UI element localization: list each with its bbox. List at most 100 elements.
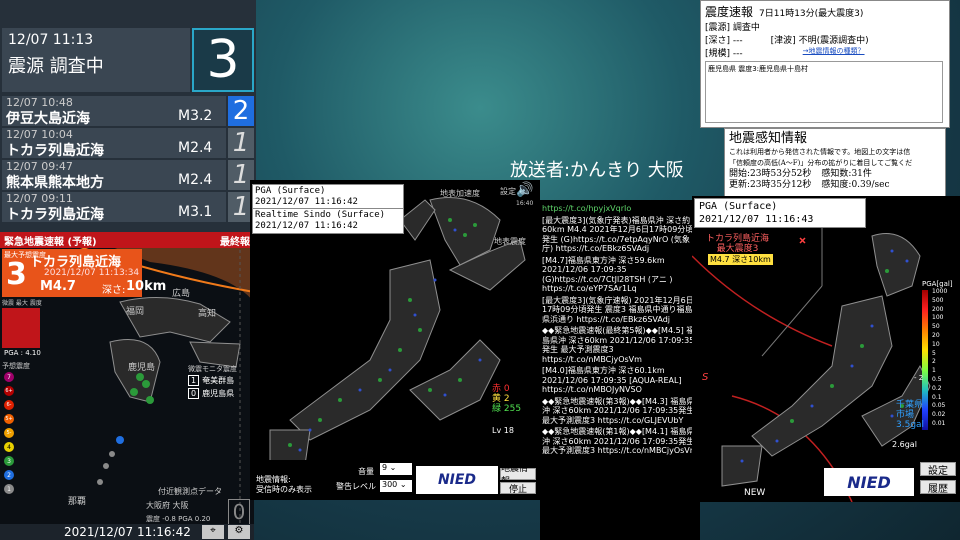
lv-label: Lv 18 [492,426,514,435]
nied-logo: NIED [416,466,498,494]
tweet-item[interactable]: ◆◆緊急地震速報(第3報)◆◆[M4.3] 福島県沖 深さ60km 2021/1… [542,397,698,426]
sokuho-line-2-label: [深さ] [705,36,731,46]
sokuho-tsunami-value: 不明(震源調査中) [798,36,869,46]
eew-legend-title: 微震 最大 震度 [2,300,42,307]
sokuho-line-3-label: [規模] [705,49,731,59]
current-intensity-badge: 3 [192,28,254,92]
info-value: 受信時のみ表示 [256,485,312,494]
pga-tick: 1000 [932,288,948,295]
gear-icon[interactable]: ⚙ [228,525,250,539]
tweet-item[interactable]: [M4.0]福島県東方沖 深さ60.1km 2021/12/06 17:09:3… [542,366,698,395]
history-place: トカラ列島近海 [6,207,104,223]
tweet-item[interactable]: ◆◆緊急地震速報(第1報)◆◆[M4.1] 福島県沖 深さ60km 2021/1… [542,427,698,456]
sokuho-area: 鹿児島県 震度3:鹿児島県十島村 [708,65,809,73]
history-mag: M3.1 [178,204,213,220]
history-row-2[interactable]: 12/07 10:04 トカラ列島近海 M2.4 1 [0,128,256,160]
scale-4: 4 [4,442,14,452]
volume-select[interactable]: 9 ⌄ [380,463,412,475]
alert-select[interactable]: 300 ⌄ [380,480,412,492]
right-pga-label-box: PGA (Surface) 2021/12/07 11:16:43 [694,198,866,228]
pga-tick: 100 [932,314,944,322]
pga-tick: 0.01 [932,419,946,427]
kanchi-count: 31件 [851,169,872,179]
kanchi-rate-label: 感知度: [821,180,852,190]
kanchi-desc-2: 「信頼度の高低(A～F)」分布の拡がりに着目してご覧くだ [729,159,913,167]
sokuho-link[interactable]: →地震情報の種類？ [803,46,865,59]
current-quake-place: 震源 調査中 [8,56,104,77]
setting-button[interactable]: 設定 [920,462,956,477]
scale-3: 3 [4,456,14,466]
history-row-1[interactable]: 12/07 10:48 伊豆大島近海 M3.2 2 [0,96,256,128]
volume-label: 音量 [358,467,374,476]
sokuho-line-2: [深さ] --- [津波] 不明(震源調査中) [705,33,945,46]
epicenter-max: 最大震度3 [716,244,759,254]
eew-header-title: 緊急地震速報 (予報) [4,236,97,248]
pga-scale-title: PGA[gal] [922,280,953,288]
tweet-item[interactable]: [最大震度3](気象庁発表)福島県沖 深さ約60km M4.4 2021年12月… [542,216,698,254]
pga-label: PGA (Surface) [255,186,326,196]
eew-red-block [2,308,40,348]
nearby-place: 大阪府 大阪 [146,501,189,510]
current-quake[interactable]: 12/07 11:13 震源 調査中 3 [0,28,256,92]
stop-button[interactable]: 停止 [500,482,536,495]
city-kagoshima: 鹿児島 [128,363,156,373]
counts: 赤 0 黄 2 緑 255 [492,384,521,414]
history-place: トカラ列島近海 [6,143,104,159]
monitor-title: 微震モニタ震度 [188,365,237,373]
pga-tick: 2 [932,358,936,366]
speaker-icon[interactable]: 🔊 [516,182,533,198]
scale-2: 2 [4,470,14,480]
eew-mag: M4.7 [40,279,76,294]
locate-icon[interactable]: ⌖ [202,525,224,539]
pga-tick: 0.2 [932,384,942,392]
kyoshin-footer: 地震情報: 受信時のみ表示 音量 9 ⌄ 警告レベル 300 ⌄ NIED 地震… [250,460,540,500]
pga-tick: 50 [932,323,940,331]
right-nied-logo: NIED [824,468,914,496]
region-name-2: 市場 [896,410,915,420]
eew-map-panel: 緊急地震速報 (予報) 最終報 最大予想震度 3 トカラ列島近海 2021/12… [0,232,254,540]
sokuho-title: 震度速報 [705,5,754,19]
region-name: 千葉県 [896,400,924,410]
pga-tick: 0.5 [932,375,942,383]
sokuho-tsunami-label: [津波] [770,36,796,46]
kanchi-title: 地震感知情報 [729,131,808,146]
kanchi-rate: 0.39/sec [851,180,890,190]
history-mag: M2.4 [178,172,213,188]
kanchi-count-label: 感知数: [821,169,852,179]
epicenter-label: トカラ列島近海 最大震度3 [706,234,769,254]
nearby-title: 付近観測点データ [158,487,222,496]
epicenter-mag: M4.7 深さ10km [708,254,773,265]
sokuho-title-row: 震度速報 7日11時13分(最大震度3) [705,3,945,20]
eew-clock: 2021/12/07 11:16:42 [64,525,191,539]
tweet-item[interactable]: https://t.co/hpyjxVqrIo [542,204,698,214]
sokuho-panel: 震度速報 7日11時13分(最大震度3) [震源] 調査中 [深さ] --- [… [700,0,950,128]
history-intensity: 1 [228,128,254,158]
pga-label-box: PGA (Surface) 2021/12/07 11:16:42 [252,184,404,210]
pga-tick: 0.02 [932,411,946,419]
small-time: 16:40 [516,200,534,207]
pga-marker: - 2 [914,374,924,382]
monitor-row-2: 0 鹿児島県 [188,388,234,399]
scale-6plus: 6+ [4,386,14,396]
history-row-4[interactable]: 12/07 09:11 トカラ列島近海 M3.1 1 [0,192,256,224]
pga-tick: 0.1 [932,393,942,401]
sokuho-area-box: 鹿児島県 震度3:鹿児島県十島村 [705,61,943,123]
kanchi-update-label: 更新: [729,180,751,190]
sokuho-line-2-value: --- [732,36,743,46]
kanchi-update: 23時35分12秒 [750,180,812,190]
history-button[interactable]: 履歴 [920,480,956,495]
monitor-name: 鹿児島県 [202,389,235,398]
eew-header: 緊急地震速報 (予報) 最終報 [0,232,254,248]
history-row-3[interactable]: 12/07 09:47 熊本県熊本地方 M2.4 1 [0,160,256,192]
setting-label[interactable]: 設定 [500,186,516,197]
tweet-item[interactable]: ◆◆緊急地震速報(最終第5報)◆◆[M4.5] 福島県沖 深さ60km 2021… [542,326,698,364]
tweet-item[interactable]: [最大震度3](気象庁速報) 2021年12月6日17時09分頃発生 震度3 福… [542,296,698,325]
kanchi-row-2: 更新:23時35分12秒 感知度:0.39/sec [729,180,941,191]
pga-tick: 0.05 [932,402,946,410]
region-label: 千葉県 市場 3.5gal [896,400,924,430]
sokuho-line-1-label: [震源] [705,23,731,33]
eew-pga: PGA : 4.10 [4,349,41,357]
quake-info-button[interactable]: 地震情報 [500,464,536,487]
count-yellow: 黄 2 [492,394,510,404]
tweet-item[interactable]: [M4.7]福島県東方沖 深さ59.6km 2021/12/06 17:09:3… [542,256,698,294]
